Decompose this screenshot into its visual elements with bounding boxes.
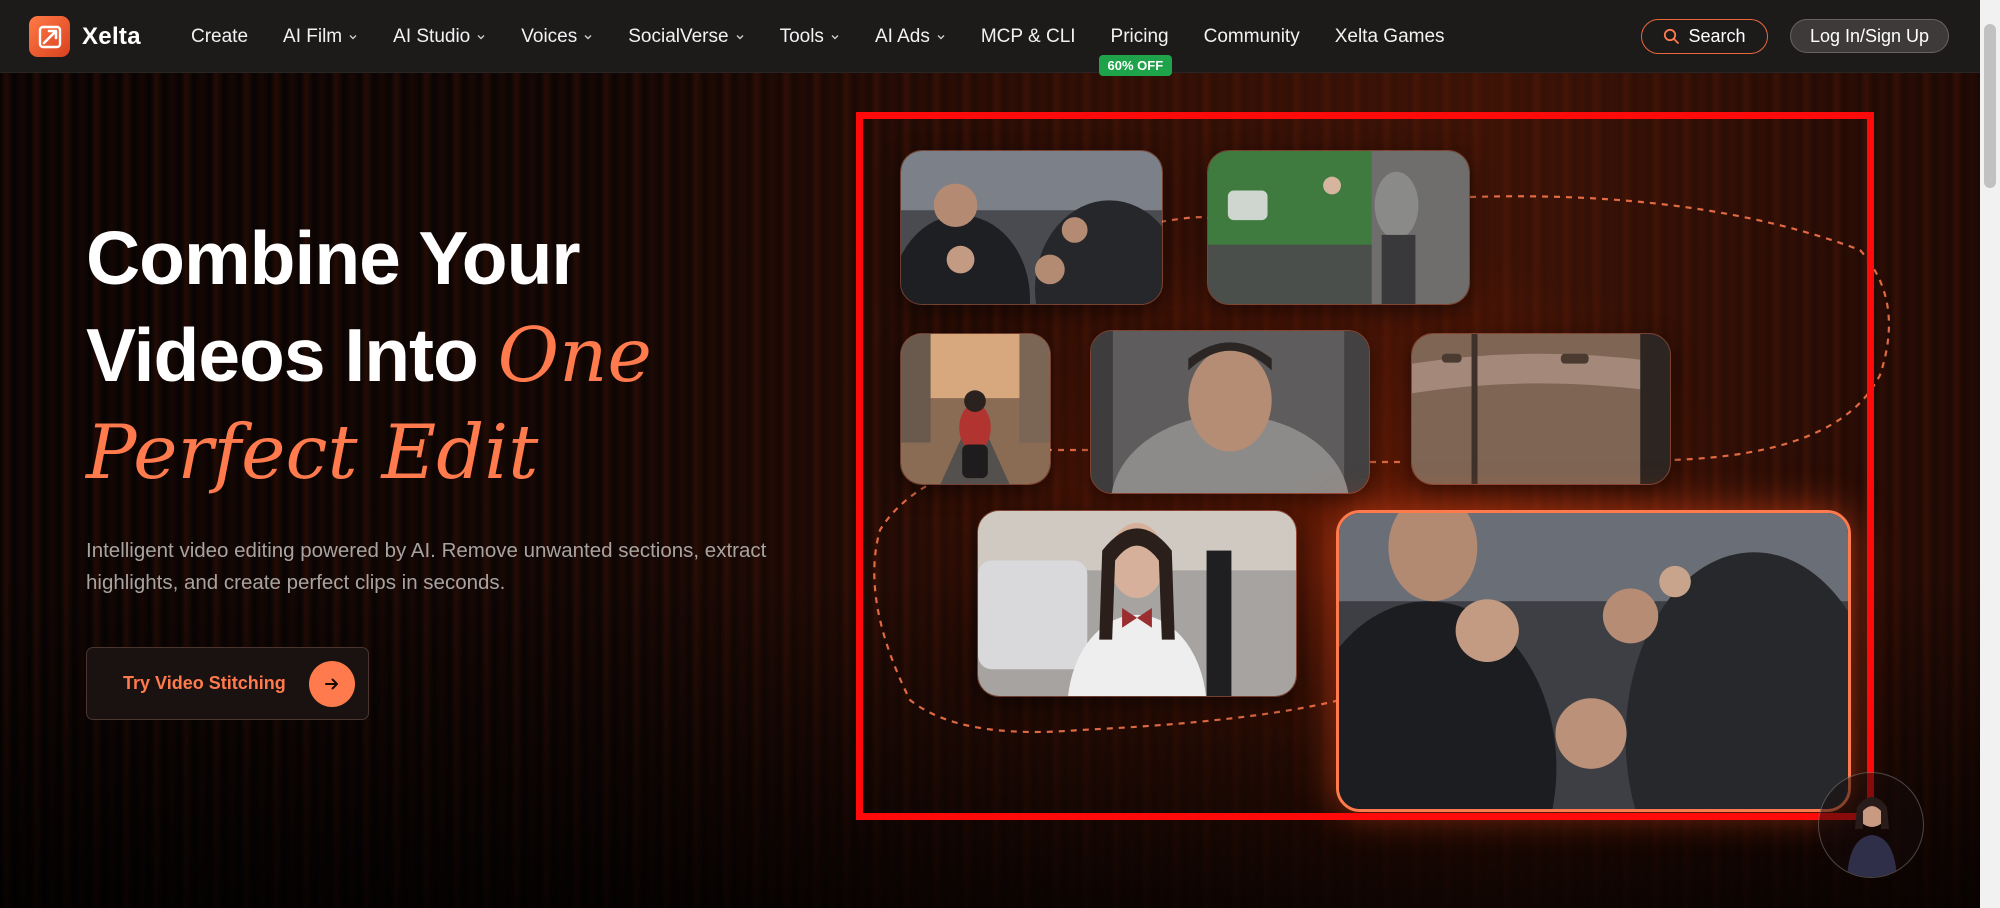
highlight-frame — [856, 112, 1874, 820]
scrollbar-thumb[interactable] — [1984, 24, 1996, 188]
page-scrollbar[interactable] — [1980, 0, 2000, 908]
assistant-avatar[interactable] — [1818, 772, 1924, 878]
